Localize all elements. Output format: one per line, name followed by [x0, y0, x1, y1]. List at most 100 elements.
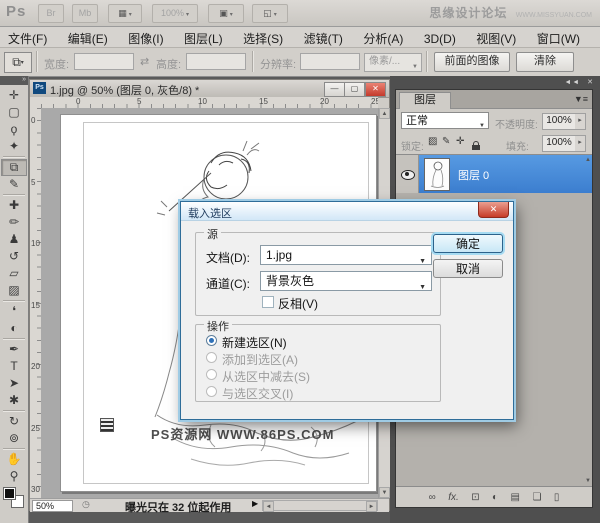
type-tool[interactable]: T — [1, 358, 27, 375]
menu-edit[interactable]: 编辑(E) — [60, 27, 116, 47]
menu-view[interactable]: 视图(V) — [468, 27, 524, 47]
horizontal-scrollbar[interactable]: ◄ ► — [262, 500, 378, 511]
quick-selection-tool[interactable]: ✦ — [1, 138, 27, 155]
orbit-3d-tool[interactable]: ⊚ — [1, 430, 27, 447]
delete-layer-icon[interactable]: ▯ — [554, 488, 560, 507]
zoom-tool[interactable]: ⚲ — [1, 468, 27, 485]
layer-style-icon[interactable]: fx. — [448, 488, 459, 507]
link-layers-icon[interactable]: ∞ — [429, 488, 436, 507]
channel-select[interactable]: 背景灰色 ▼ — [260, 271, 432, 291]
marquee-tool[interactable]: ▢ — [1, 104, 27, 121]
visibility-toggle[interactable] — [396, 155, 419, 193]
subtract-from-selection-radio[interactable] — [206, 369, 217, 380]
blend-mode-select[interactable]: 正常▼ — [401, 112, 489, 129]
lasso-tool[interactable]: ϙ — [1, 121, 27, 138]
arrange-documents-icon[interactable]: ▣▾ — [208, 4, 244, 23]
status-proxy-arrow-icon[interactable]: ▶ — [252, 499, 258, 508]
tab-layers[interactable]: 图层 — [399, 92, 451, 109]
lock-position-icon[interactable]: ✛ — [456, 136, 464, 147]
scroll-left-icon[interactable]: ◄ — [263, 501, 274, 512]
dialog-close-button[interactable]: ✕ — [478, 202, 509, 218]
crop-tool-badge[interactable]: ⧉▾ — [4, 52, 32, 73]
invert-checkbox[interactable] — [262, 296, 274, 308]
layer-mask-icon[interactable]: ⊡ — [471, 488, 479, 507]
new-selection-radio[interactable] — [206, 335, 217, 346]
menu-select[interactable]: 选择(S) — [235, 27, 291, 47]
status-zoom-input[interactable]: 50% — [32, 500, 73, 512]
scroll-down-icon[interactable]: ▼ — [379, 487, 390, 498]
menu-file[interactable]: 文件(F) — [0, 27, 55, 47]
new-layer-icon[interactable]: ❏ — [532, 488, 541, 507]
menu-filter[interactable]: 滤镜(T) — [296, 27, 351, 47]
document-select[interactable]: 1.jpg ▼ — [260, 245, 432, 265]
zoom-level-select[interactable]: 100%▾ — [152, 4, 198, 23]
gradient-tool[interactable]: ▨ — [1, 282, 27, 299]
bridge-icon[interactable]: Br — [38, 4, 64, 23]
pen-tool[interactable]: ✒ — [1, 341, 27, 358]
brush-tool[interactable]: ✏ — [1, 214, 27, 231]
menu-3d[interactable]: 3D(D) — [416, 29, 464, 46]
clone-stamp-tool[interactable]: ♟ — [1, 231, 27, 248]
list-scroll-up-icon[interactable]: ▲ — [585, 157, 591, 163]
shape-tool[interactable]: ✱ — [1, 392, 27, 409]
dodge-tool[interactable]: ◐ — [1, 320, 27, 337]
ok-button[interactable]: 确定 — [433, 234, 503, 253]
lock-all-icon[interactable] — [472, 141, 480, 150]
blur-tool[interactable]: ❛ — [1, 303, 27, 320]
pen-tool-icon: ✒ — [9, 342, 19, 356]
resolution-input[interactable] — [300, 53, 360, 70]
rotate-3d-tool[interactable]: ↻ — [1, 413, 27, 430]
add-to-selection-radio[interactable] — [206, 352, 217, 363]
options-separator — [252, 51, 254, 72]
menu-layer[interactable]: 图层(L) — [176, 27, 231, 47]
height-input[interactable] — [186, 53, 246, 70]
layer-row[interactable]: 图层 0 — [396, 155, 592, 193]
width-input[interactable] — [74, 53, 134, 70]
close-panel-icon[interactable]: ✕ — [587, 79, 594, 86]
panel-menu-icon[interactable]: ▼≡ — [574, 94, 588, 104]
intersect-selection-radio[interactable] — [206, 386, 217, 397]
minimize-button[interactable]: — — [324, 82, 345, 97]
path-selection-tool[interactable]: ➤ — [1, 375, 27, 392]
opacity-spinner-icon[interactable]: ▸ — [575, 113, 586, 130]
layer-thumbnail[interactable] — [424, 158, 450, 191]
history-brush-tool[interactable]: ↺ — [1, 248, 27, 265]
mini-bridge-icon[interactable]: Mb — [72, 4, 98, 23]
scroll-right-icon[interactable]: ► — [366, 501, 377, 512]
lock-transparency-icon[interactable]: ▨ — [428, 136, 437, 147]
lock-pixels-icon[interactable]: ✎ — [442, 136, 450, 147]
eraser-tool[interactable]: ▱ — [1, 265, 27, 282]
healing-brush-tool[interactable]: ✚ — [1, 197, 27, 214]
maximize-button[interactable]: ▢ — [344, 82, 365, 97]
document-title-bar[interactable]: Ps 1.jpg @ 50% (图层 0, 灰色/8) * — ▢ ✕ — [30, 80, 389, 98]
layer-name[interactable]: 图层 0 — [458, 167, 489, 183]
layer-group-icon[interactable]: ▤ — [511, 488, 520, 507]
view-extras-icon[interactable]: ▦▾ — [108, 4, 142, 23]
front-image-button[interactable]: 前面的图像 — [434, 52, 510, 72]
close-button[interactable]: ✕ — [365, 82, 386, 97]
cancel-button[interactable]: 取消 — [433, 259, 503, 278]
swap-dimensions-icon[interactable]: ⇄ — [140, 55, 149, 68]
resolution-unit-select[interactable]: 像素/...▼ — [364, 53, 422, 72]
clear-button[interactable]: 清除 — [516, 52, 574, 72]
collapse-panels-icon[interactable]: ◄◄ — [564, 79, 580, 86]
chevron-down-icon: ▾ — [230, 12, 233, 18]
screen-mode-icon[interactable]: ◱▾ — [252, 4, 288, 23]
menu-image[interactable]: 图像(I) — [120, 27, 171, 47]
dialog-title-bar[interactable]: 载入选区 ✕ — [181, 202, 513, 221]
fill-value[interactable]: 100% — [542, 135, 576, 152]
list-scroll-down-icon[interactable]: ▼ — [585, 478, 591, 484]
tools-panel-collapse[interactable]: » — [0, 76, 28, 85]
move-tool[interactable]: ✛ — [1, 87, 27, 104]
eyedropper-tool[interactable]: ✎ — [1, 176, 27, 193]
crop-tool[interactable]: ⧉ — [1, 159, 27, 176]
fill-spinner-icon[interactable]: ▸ — [575, 135, 586, 152]
foreground-color-swatch[interactable] — [3, 487, 16, 500]
eraser-tool-icon: ▱ — [9, 266, 18, 280]
adjustment-layer-icon[interactable]: ◐ — [492, 488, 498, 507]
menu-analysis[interactable]: 分析(A) — [355, 27, 411, 47]
scroll-up-icon[interactable]: ▲ — [379, 108, 390, 119]
opacity-value[interactable]: 100% — [542, 113, 576, 130]
hand-tool[interactable]: ✋ — [1, 451, 27, 468]
menu-window[interactable]: 窗口(W) — [529, 27, 588, 47]
